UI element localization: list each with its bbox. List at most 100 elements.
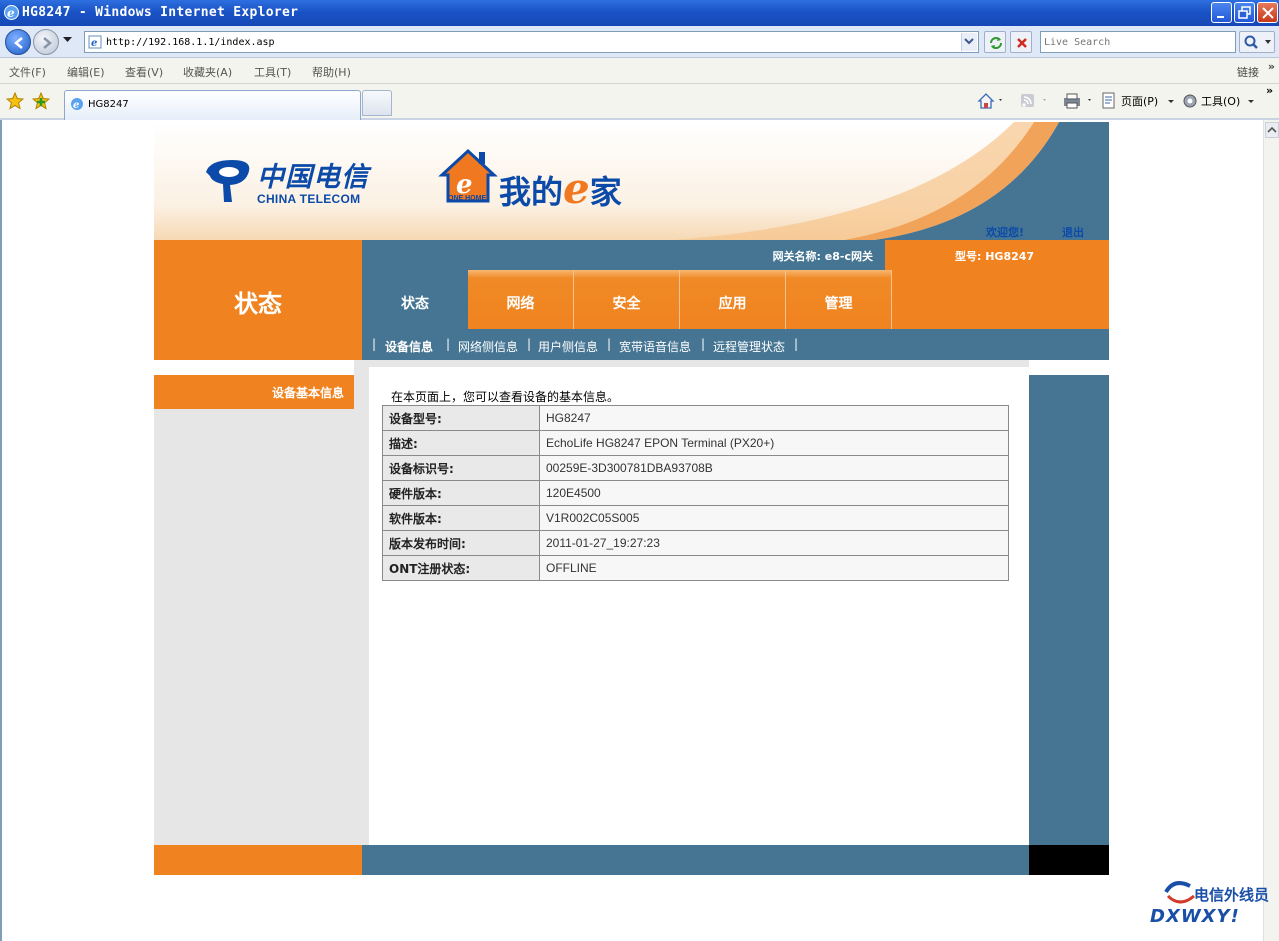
toolbar-overflow-icon[interactable]: »	[1266, 84, 1273, 97]
device-model: 型号: HG8247	[955, 250, 1035, 263]
new-tab-button[interactable]	[362, 90, 392, 116]
field-value: OFFLINE	[539, 555, 1009, 581]
menu-edit[interactable]: 编辑(E)	[67, 64, 105, 80]
tab-ie-icon: e	[71, 98, 83, 111]
browser-tab-title: HG8247	[88, 99, 129, 110]
table-row: 版本发布时间: 2011-01-27_19:27:23	[382, 530, 1009, 556]
close-button[interactable]	[1257, 2, 1278, 23]
search-button[interactable]	[1239, 31, 1275, 53]
close-icon	[1262, 7, 1274, 19]
page-menu-icon[interactable]	[1101, 92, 1119, 110]
page-menu-button[interactable]: 页面(P)	[1121, 93, 1158, 109]
tab-status[interactable]: 状态	[362, 270, 468, 329]
chevron-down-icon	[964, 38, 974, 45]
main-navigation: 状态 网关名称: e8-c网关 型号: HG8247 状态 网络 安全 应用 管…	[154, 240, 1109, 360]
tools-menu-chevron-icon[interactable]	[1247, 92, 1257, 110]
restore-icon	[1238, 6, 1251, 19]
menu-file[interactable]: 文件(F)	[9, 64, 46, 80]
forward-arrow-icon	[43, 37, 52, 49]
field-label: 软件版本:	[382, 505, 540, 531]
footer-left	[154, 845, 362, 875]
rss-feed-icon[interactable]	[1019, 92, 1049, 110]
sub-tab-separator: |	[794, 337, 799, 351]
tab-security[interactable]: 安全	[574, 270, 680, 329]
model-bar: 型号: HG8247	[885, 240, 1109, 270]
tab-application[interactable]: 应用	[680, 270, 786, 329]
sub-tab-voice-info[interactable]: 宽带语音信息	[619, 338, 691, 355]
table-row: 硬件版本: 120E4500	[382, 480, 1009, 506]
favorites-star-icon[interactable]	[6, 92, 24, 110]
ie-logo-icon: e	[4, 5, 19, 20]
minimize-button[interactable]	[1211, 2, 1232, 23]
header-banner: 中国电信 CHINA TELECOM e ONE HOME 我的e家 欢迎您! …	[154, 122, 1109, 240]
add-favorite-icon[interactable]	[32, 92, 50, 110]
brand-name-cn: 中国电信	[257, 162, 369, 193]
browser-tab-active[interactable]: e HG8247	[64, 90, 361, 120]
back-arrow-icon	[14, 37, 23, 49]
chevron-up-icon	[1267, 126, 1277, 133]
menu-bar: 文件(F) 编辑(E) 查看(V) 收藏夹(A) 工具(T) 帮助(H) 链接 …	[0, 58, 1279, 84]
scroll-up-button[interactable]	[1265, 122, 1279, 138]
field-value: 2011-01-27_19:27:23	[539, 530, 1009, 556]
menu-view[interactable]: 查看(V)	[125, 64, 163, 80]
sub-tab-user-side-info[interactable]: 用户侧信息	[538, 338, 598, 355]
field-label: 版本发布时间:	[382, 530, 540, 556]
tab-status-label: 状态	[401, 296, 429, 312]
tab-management[interactable]: 管理	[786, 270, 892, 329]
sub-tab-separator: |	[372, 337, 377, 351]
field-label: 描述:	[382, 430, 540, 456]
menu-favorites[interactable]: 收藏夹(A)	[183, 64, 232, 80]
url-dropdown-button[interactable]	[961, 33, 977, 51]
field-label: ONT注册状态:	[382, 555, 540, 581]
sub-tab-network-side-info[interactable]: 网络侧信息	[458, 338, 518, 355]
svg-text:e: e	[91, 38, 97, 49]
table-row: ONT注册状态: OFFLINE	[382, 555, 1009, 581]
minimize-icon	[1217, 16, 1224, 18]
slogan: 我的e家	[499, 164, 622, 213]
search-icon	[1244, 35, 1271, 49]
page-ie-icon: e	[88, 35, 102, 49]
brand-name-en: CHINA TELECOM	[257, 192, 361, 206]
sidebar-item-label: 设备基本信息	[271, 386, 344, 400]
sidebar-item-device-basic-info[interactable]: 设备基本信息	[154, 375, 354, 409]
welcome-text: 欢迎您!	[986, 226, 1025, 239]
sub-tab-device-info[interactable]: 设备信息	[385, 338, 433, 355]
print-icon[interactable]	[1062, 92, 1098, 110]
history-dropdown-icon[interactable]	[63, 37, 72, 43]
home-icon[interactable]	[977, 92, 1005, 110]
vertical-scrollbar[interactable]	[1263, 120, 1279, 941]
menu-tools[interactable]: 工具(T)	[254, 64, 291, 80]
gateway-name: 网关名称: e8-c网关	[772, 250, 873, 263]
sub-tab-remote-mgmt-status[interactable]: 远程管理状态	[713, 338, 785, 355]
stop-icon	[1017, 38, 1027, 48]
page-footer	[154, 845, 1109, 875]
watermark: 电信外线员 DXWXY!	[1150, 876, 1275, 932]
address-bar: e	[0, 26, 1279, 58]
watermark-cn: 电信外线员	[1194, 886, 1270, 904]
page-menu-chevron-icon[interactable]	[1167, 92, 1177, 110]
tools-menu-button[interactable]: 工具(O)	[1201, 93, 1240, 109]
search-input[interactable]	[1044, 33, 1234, 51]
back-button[interactable]	[5, 29, 31, 55]
left-sidebar: 设备基本信息	[154, 360, 362, 845]
field-value: EchoLife HG8247 EPON Terminal (PX20+)	[539, 430, 1009, 456]
maximize-button[interactable]	[1234, 2, 1255, 23]
footer-middle	[362, 845, 1029, 875]
url-field[interactable]: e	[84, 31, 979, 53]
links-toolbar[interactable]: 链接	[1237, 64, 1259, 80]
sub-tab-separator: |	[527, 337, 532, 351]
forward-button[interactable]	[33, 29, 59, 55]
links-chevron-icon[interactable]: »	[1268, 60, 1275, 73]
tab-network[interactable]: 网络	[468, 270, 574, 329]
refresh-button[interactable]	[984, 31, 1006, 53]
main-content: 在本页面上，您可以查看设备的基本信息。 设备型号: HG8247 描述: EchoL…	[362, 360, 1029, 845]
search-field[interactable]	[1040, 31, 1236, 53]
slogan-suffix: 家	[589, 173, 622, 211]
table-row: 设备型号: HG8247	[382, 405, 1009, 431]
logout-link[interactable]: 退出	[1062, 224, 1084, 240]
menu-help[interactable]: 帮助(H)	[312, 64, 351, 80]
section-title-box: 状态	[154, 240, 362, 360]
url-input[interactable]	[106, 34, 956, 50]
gear-icon[interactable]	[1181, 92, 1199, 110]
stop-button[interactable]	[1010, 31, 1032, 53]
